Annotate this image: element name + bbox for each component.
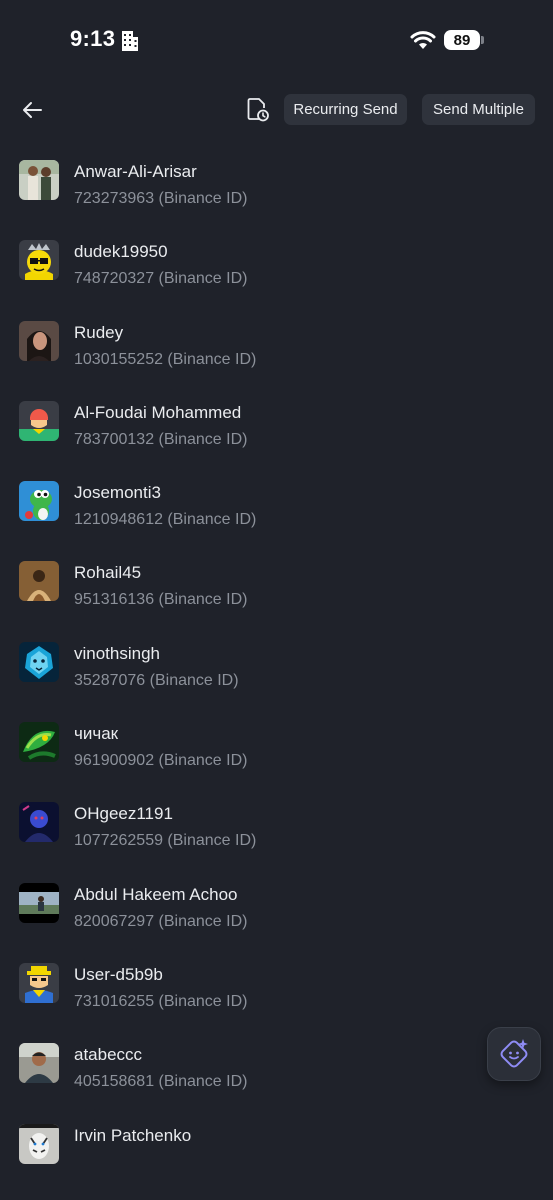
status-bar: 9:13 89 — [0, 0, 553, 80]
contact-binance-id: 723273963 (Binance ID) — [74, 190, 248, 207]
contact-name: Abdul Hakeem Achoo — [74, 884, 238, 904]
history-button[interactable] — [240, 92, 276, 128]
avatar — [19, 882, 59, 923]
contact-row[interactable]: чичак 961900902 (Binance ID) — [0, 702, 553, 782]
battery-tip — [481, 36, 484, 44]
contact-binance-id: 783700132 (Binance ID) — [74, 430, 248, 448]
contact-binance-id: 748720327 (Binance ID) — [74, 270, 248, 288]
battery-indicator: 89 — [444, 30, 480, 50]
contact-row[interactable]: vinothsingh 35287076 (Binance ID) — [0, 622, 553, 702]
contact-name: User-d5b9b — [74, 964, 163, 984]
back-button[interactable] — [14, 92, 50, 128]
contact-name: vinothsingh — [74, 643, 161, 663]
contact-binance-id: 951316136 (Binance ID) — [74, 591, 248, 609]
document-clock-icon — [247, 98, 269, 122]
building-icon — [122, 31, 138, 51]
contact-name: Josemonti3 — [74, 483, 161, 503]
contact-row[interactable]: Abdul Hakeem Achoo 820067297 (Binance ID… — [0, 863, 553, 943]
contact-name: dudek19950 — [74, 242, 168, 262]
avatar — [19, 160, 59, 200]
status-time: 9:13 — [70, 26, 116, 51]
ai-assistant-button[interactable] — [487, 1027, 541, 1081]
send-multiple-button[interactable]: Send Multiple — [422, 94, 535, 125]
contact-row[interactable]: Josemonti3 1210948612 (Binance ID) — [0, 461, 553, 541]
contact-binance-id: 961900902 (Binance ID) — [74, 752, 248, 770]
sparkle-face-icon — [500, 1039, 528, 1068]
avatar — [19, 722, 59, 763]
contact-binance-id: 731016255 (Binance ID) — [74, 992, 248, 1010]
contact-binance-id: 1030155252 (Binance ID) — [74, 350, 257, 368]
send-contacts-screen: 9:13 89 Recurring Send Send Multiple Anw… — [0, 0, 553, 1200]
avatar — [19, 320, 59, 361]
avatar — [19, 962, 59, 1003]
contact-name: Anwar-Ali-Arisar — [74, 162, 197, 181]
contact-row[interactable]: dudek19950 748720327 (Binance ID) — [0, 220, 553, 300]
avatar — [19, 641, 59, 682]
avatar — [19, 481, 59, 522]
contact-binance-id: 35287076 (Binance ID) — [74, 671, 239, 689]
contact-name: чичак — [74, 724, 119, 744]
contact-name: Irvin Patchenko — [74, 1125, 192, 1145]
avatar — [19, 1043, 59, 1084]
avatar — [19, 240, 59, 281]
contact-name: Al-Foudai Mohammed — [74, 402, 242, 422]
arrow-left-icon — [23, 102, 42, 118]
top-bar: Recurring Send Send Multiple — [0, 88, 553, 132]
contact-list: Anwar-Ali-Arisar 723273963 (Binance ID) … — [0, 140, 553, 1184]
contact-row[interactable]: atabeccc 405158681 (Binance ID) — [0, 1023, 553, 1103]
contact-binance-id: 1210948612 (Binance ID) — [74, 511, 257, 529]
contact-name: OHgeez1191 — [74, 804, 173, 824]
wifi-icon — [410, 31, 436, 49]
contact-row[interactable]: Anwar-Ali-Arisar 723273963 (Binance ID) — [0, 140, 553, 220]
contact-name: atabeccc — [74, 1045, 143, 1065]
battery-level: 89 — [453, 31, 471, 49]
avatar — [19, 802, 59, 843]
contact-name: Rohail45 — [74, 563, 142, 583]
contact-name: Rudey — [74, 322, 124, 342]
contact-row[interactable]: Al-Foudai Mohammed 783700132 (Binance ID… — [0, 381, 553, 461]
contact-row[interactable]: Rudey 1030155252 (Binance ID) — [0, 301, 553, 381]
contact-binance-id: 405158681 (Binance ID) — [74, 1073, 248, 1091]
contact-row[interactable]: OHgeez1191 1077262559 (Binance ID) — [0, 782, 553, 862]
avatar — [19, 400, 59, 441]
recurring-send-button[interactable]: Recurring Send — [284, 94, 407, 125]
contact-row[interactable]: User-d5b9b 731016255 (Binance ID) — [0, 943, 553, 1023]
avatar — [19, 561, 59, 602]
contact-binance-id: 820067297 (Binance ID) — [74, 912, 248, 930]
contact-row[interactable]: Rohail45 951316136 (Binance ID) — [0, 541, 553, 621]
contact-binance-id: 1077262559 (Binance ID) — [74, 832, 257, 850]
contact-row[interactable]: Irvin Patchenko — [0, 1104, 553, 1184]
avatar — [19, 1123, 59, 1164]
